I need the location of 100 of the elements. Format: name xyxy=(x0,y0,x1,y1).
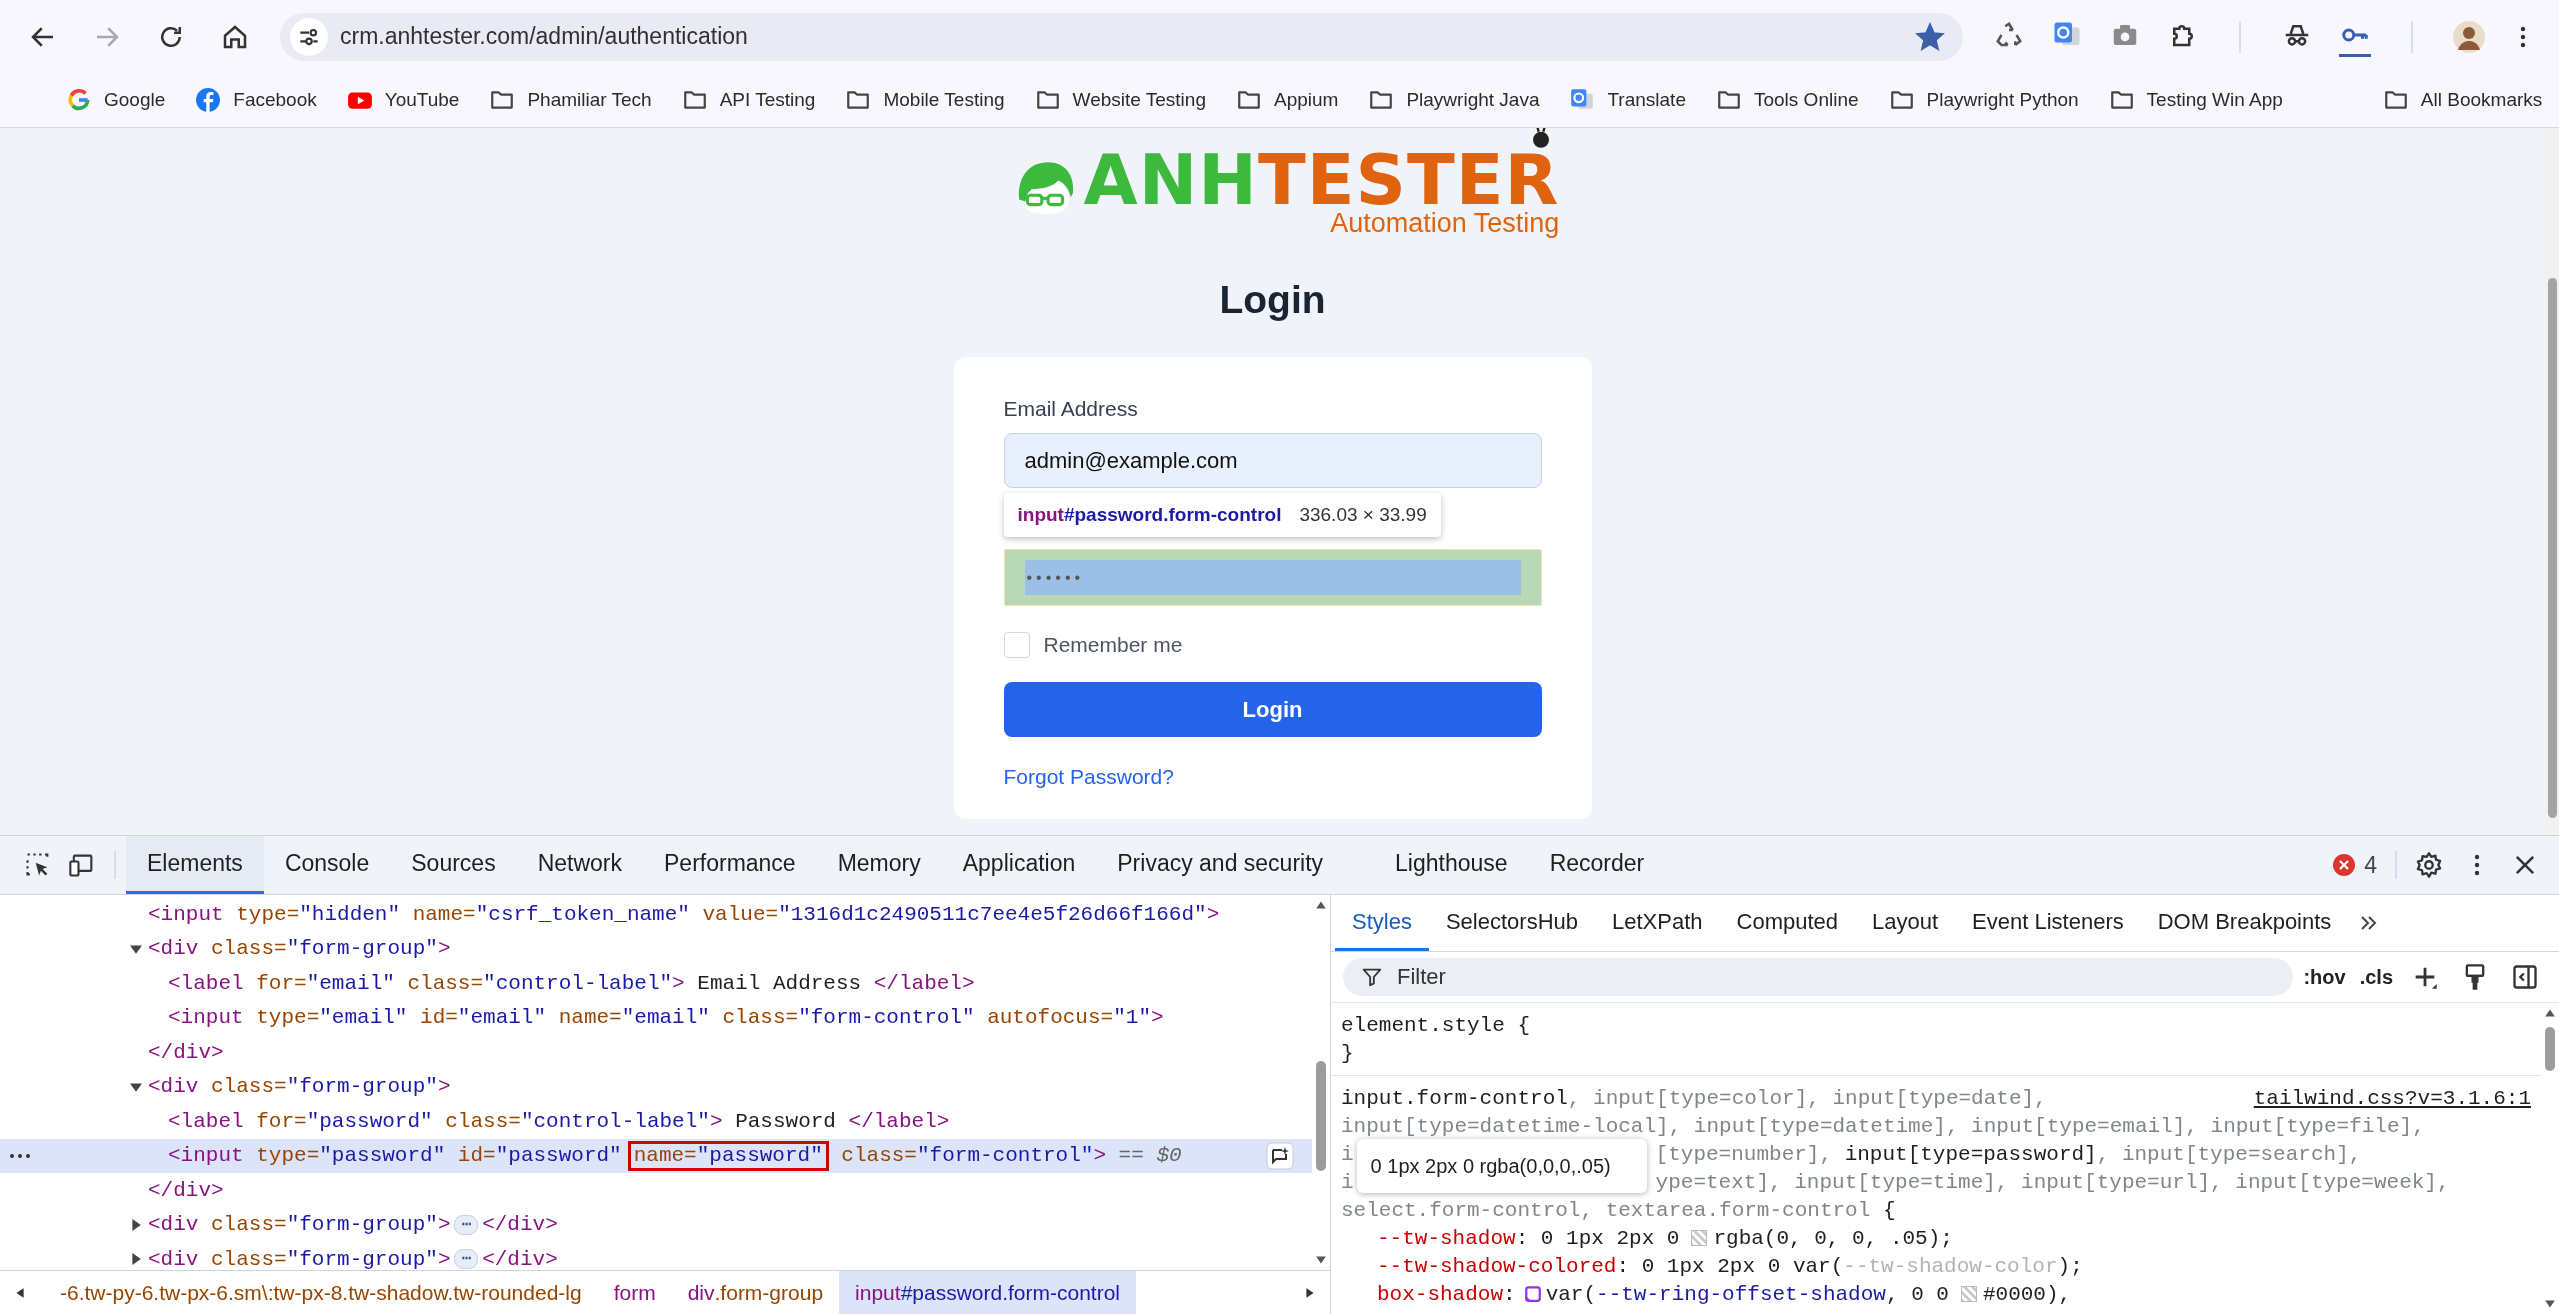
page-title: Login xyxy=(1219,277,1326,323)
css-selector: } xyxy=(1341,1041,1354,1065)
collapsed-triangle-icon[interactable] xyxy=(130,1218,142,1231)
sidebar-tab[interactable]: Layout xyxy=(1855,895,1956,951)
forgot-password-link[interactable]: Forgot Password? xyxy=(1003,765,1174,789)
sidebar-tab[interactable]: SelectorsHub xyxy=(1428,895,1595,951)
code-line[interactable]: <div class="form-group"> xyxy=(148,932,451,965)
url-text: crm.anhtester.com/admin/authentication xyxy=(340,23,749,50)
scrollbar-thumb[interactable] xyxy=(1316,1061,1326,1171)
devtools-tab[interactable]: Elements xyxy=(126,836,264,894)
stylesheet-link[interactable]: tailwind.css?v=3.1.6:1 xyxy=(2253,1086,2531,1110)
bookmark-link[interactable]: Playwright Python xyxy=(1926,89,2079,111)
code-line[interactable]: <input type="email" id="email" name="email" class="form-control" autofocus="1"> xyxy=(168,1001,1164,1034)
code-line[interactable]: <input type="hidden" name="csrf_token_name" value="1316d1c2490511c7ee4e5f26d66f166d"> xyxy=(148,898,1220,931)
sidebar-tab[interactable]: LetXPath xyxy=(1595,895,1720,951)
code-line[interactable]: <input type="password" id="password" name="password" class="form-control"> == $0 xyxy=(168,1139,1182,1172)
devtools-tab[interactable]: Console xyxy=(263,836,391,894)
scroll-up-icon[interactable] xyxy=(2544,1007,2556,1019)
scroll-down-icon[interactable] xyxy=(2544,1298,2556,1310)
sidebar-tab[interactable]: Styles xyxy=(1335,895,1429,951)
bookmark-link[interactable]: Website Testing xyxy=(1072,89,1206,111)
scroll-down-icon[interactable] xyxy=(1315,1254,1327,1266)
error-count[interactable]: 4 xyxy=(2364,851,2377,879)
element-selector: input#password.form-control xyxy=(1017,504,1282,526)
value-tooltip: 0 1px 2px 0 rgba(0,0,0,.05) xyxy=(1356,1139,1647,1193)
state-toggle-button[interactable]: .cls xyxy=(2355,965,2397,989)
css-declaration: box-shadow: xyxy=(1377,1282,1516,1306)
devtools-tab[interactable]: Performance xyxy=(643,836,817,894)
sidebar-tab[interactable]: Computed xyxy=(1719,895,1856,951)
code-line[interactable]: <div class="form-group"> xyxy=(148,1070,451,1103)
devtools-tab[interactable]: Privacy and security xyxy=(1096,836,1345,894)
css-selector: element.style { xyxy=(1341,1013,1531,1037)
css-selector: input.form-control, input[type=color], input[type=date], xyxy=(1341,1086,2047,1110)
css-declaration: --tw-shadow: 0 1px 2px 0 xyxy=(1377,1226,1680,1250)
devtools-tab[interactable]: Application xyxy=(941,836,1097,894)
collapsed-triangle-icon[interactable] xyxy=(130,1253,142,1266)
devtools-tab[interactable]: Network xyxy=(516,836,643,894)
css-selector: ype=text], input[type=time], input[type=url], input[type=week], xyxy=(1655,1170,2450,1194)
color-swatch-icon[interactable] xyxy=(1960,1286,1977,1302)
square-link-icon[interactable] xyxy=(1523,1285,1542,1303)
bookmark-link[interactable]: Tools Online xyxy=(1753,89,1859,111)
bookmark-link[interactable]: API Testing xyxy=(719,89,816,111)
css-selector: input[type=datetime-local], input[type=datetime], input[type=email], input[type=file], xyxy=(1341,1114,2425,1138)
css-declaration: --tw-shadow-colored: 0 1px 2px 0 var(--tw-shadow-color); xyxy=(1377,1254,2083,1278)
devtools-tab[interactable]: Lighthouse xyxy=(1374,836,1529,894)
element-size: 336.03 × 33.99 xyxy=(1299,504,1427,526)
settings-icon[interactable] xyxy=(2415,851,2443,879)
css-declaration: var(--tw-ring-offset-shadow, 0 0 xyxy=(1545,1282,1949,1306)
code-line: </div> xyxy=(148,1039,224,1066)
scrollbar-thumb[interactable] xyxy=(2545,1027,2555,1071)
code-line[interactable]: <label for="password" class="control-label"> Password </label> xyxy=(168,1105,950,1138)
breadcrumb[interactable]: -6.tw-py-6.tw-px-6.sm\:tw-px-8.tw-shadow.tw-rounded-lg xyxy=(40,1271,598,1314)
site-settings-icon[interactable] xyxy=(290,17,328,56)
breadcrumb[interactable]: form xyxy=(597,1271,672,1314)
remember-checkbox[interactable] xyxy=(1003,632,1030,658)
checkbox-label: Remember me xyxy=(1043,633,1183,657)
code-line[interactable]: <div class="form-group"> ⋯ </div> xyxy=(148,1208,558,1241)
email-field[interactable]: admin@example.com xyxy=(1003,433,1542,488)
bookmark-link[interactable]: Mobile Testing xyxy=(883,89,1005,111)
bookmark-link[interactable]: YouTube xyxy=(384,89,460,111)
devtools-tab[interactable]: Recorder xyxy=(1528,836,1666,894)
bookmark-link[interactable]: Playwright Java xyxy=(1406,89,1540,111)
devtools-tab[interactable]: Sources xyxy=(390,836,517,894)
login-button[interactable]: Login xyxy=(1003,682,1542,737)
code-line[interactable]: <label for="email" class="control-label"> Email Address </label> xyxy=(168,967,975,1000)
selected-row[interactable]: <input type="password" id="password" name="password" class="form-control"> == $0 xyxy=(0,1138,1312,1173)
sidebar-tab[interactable]: Event Listeners xyxy=(1955,895,2141,951)
password-field[interactable]: •••••• xyxy=(1003,549,1542,606)
bookmark-link[interactable]: Phamiliar Tech xyxy=(527,89,652,111)
color-swatch-icon[interactable] xyxy=(1691,1230,1708,1246)
address-bar[interactable]: crm.anhtester.com/admin/authentication xyxy=(280,12,1963,61)
state-toggle-button[interactable]: :hov xyxy=(2299,965,2350,989)
star-icon[interactable] xyxy=(1915,21,1945,52)
breadcrumb[interactable]: div.form-group xyxy=(671,1271,840,1314)
bookmark-link[interactable]: Google xyxy=(104,89,166,111)
devtools-tab[interactable]: Memory xyxy=(816,836,942,894)
scrollbar-thumb[interactable] xyxy=(2547,278,2557,818)
expanded-triangle-icon[interactable] xyxy=(130,1080,142,1093)
avatar-icon[interactable] xyxy=(2453,20,2485,53)
bookmark-link[interactable]: Appium xyxy=(1274,89,1339,111)
css-selector: select.form-control, textarea.form-control { xyxy=(1341,1198,1896,1222)
bookmark-link[interactable]: Facebook xyxy=(233,89,317,111)
breadcrumb[interactable]: input#password.form-control xyxy=(839,1271,1137,1314)
sidebar-tab[interactable]: DOM Breakpoints xyxy=(2140,895,2349,951)
sparkle-chat-icon[interactable] xyxy=(1266,1141,1294,1170)
logo-tagline: Automation Testing xyxy=(1330,208,1560,239)
logo-wordmark: ANHTESTER xyxy=(1083,150,1560,210)
filter-field[interactable]: Filter xyxy=(1343,958,2294,996)
expanded-triangle-icon[interactable] xyxy=(130,942,142,955)
bookmark-link[interactable]: Translate xyxy=(1607,89,1686,111)
bookmark-link[interactable]: Testing Win App xyxy=(2146,89,2283,111)
more-icon[interactable] xyxy=(8,1151,32,1160)
sidebar-toggle-icon[interactable] xyxy=(2511,963,2539,991)
bookmark-link[interactable]: All Bookmarks xyxy=(2420,89,2543,111)
scroll-up-icon[interactable] xyxy=(1315,899,1327,911)
filter-input[interactable]: Filter xyxy=(1395,963,2276,991)
filter-icon xyxy=(1361,966,1383,988)
code-line[interactable]: <div class="form-group"> ⋯ </div> xyxy=(148,1243,558,1270)
css-selector: [type=number], input[type=password], input[type=search], xyxy=(1655,1142,2362,1166)
error-icon[interactable] xyxy=(2332,853,2357,877)
